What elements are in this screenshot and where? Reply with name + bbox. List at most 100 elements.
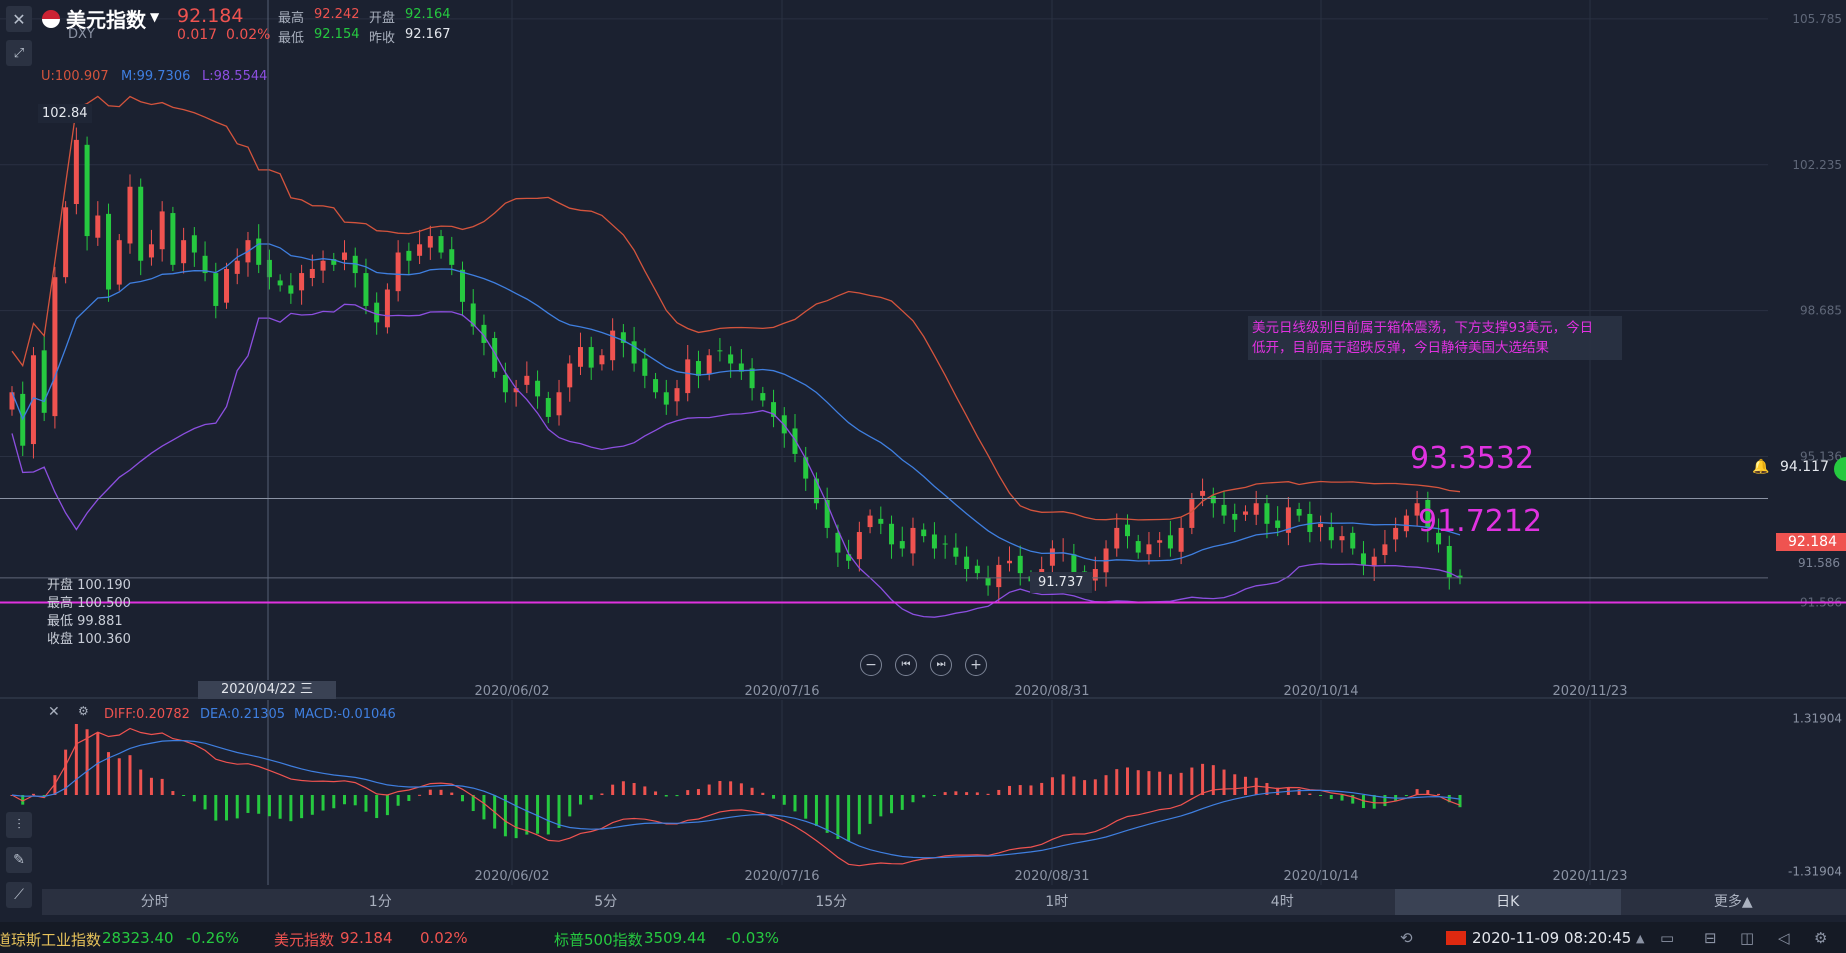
draw-line-icon[interactable]: ⤢ xyxy=(6,40,32,66)
macd-histogram-bar xyxy=(911,795,915,803)
macd-chart[interactable]: 1.31904 -1.31904 2020/06/02 2020/07/16 2020/… xyxy=(0,700,1846,890)
macd-histogram-bar xyxy=(1404,795,1408,796)
tab-timeframe-daily[interactable]: 日K xyxy=(1395,889,1621,915)
macd-histogram-bar xyxy=(546,795,550,835)
macd-histogram-bar xyxy=(836,795,840,839)
candle-body xyxy=(1200,490,1206,496)
macd-histogram-bar xyxy=(975,792,979,795)
macd-histogram-bar xyxy=(600,793,604,795)
candle-body xyxy=(95,215,101,238)
analysis-note-line2: 低开，目前属于超跌反弹，今日静待美国大选结果 xyxy=(1252,340,1549,356)
trend-icon[interactable]: ⟋ xyxy=(6,882,32,908)
analysis-note-line1: 美元日线级别目前属于箱体震荡，下方支撑93美元，今日 xyxy=(1252,320,1594,336)
candle-body xyxy=(1178,527,1184,552)
candle-body xyxy=(1296,509,1302,516)
tab-timeframe-5m[interactable]: 5分 xyxy=(493,889,719,915)
candle-body xyxy=(342,252,348,260)
alert-bell-icon[interactable]: 🔔 xyxy=(1752,459,1769,475)
macd-histogram-bar xyxy=(1115,769,1119,795)
x-tick-label: 2020/07/16 xyxy=(745,869,820,884)
macd-histogram-bar xyxy=(439,789,443,795)
candle-body xyxy=(170,213,176,265)
macd-histogram-bar xyxy=(1125,767,1129,795)
macd-histogram-bar xyxy=(1243,776,1247,795)
zoom-in-button[interactable]: + xyxy=(965,654,987,676)
chevron-down-icon[interactable]: ▼ xyxy=(150,10,159,24)
volume-icon[interactable]: ◁ xyxy=(1778,929,1790,947)
us-flag-icon xyxy=(42,10,60,28)
macd-histogram-bar xyxy=(321,795,325,811)
tab-timeframe-1m[interactable]: 1分 xyxy=(268,889,494,915)
candle-body xyxy=(910,527,916,554)
macd-histogram-bar xyxy=(536,795,540,834)
macd-histogram-bar xyxy=(621,781,625,795)
macd-histogram-bar xyxy=(900,795,904,810)
settings-icon[interactable]: ⚙ xyxy=(1814,929,1827,947)
ticker-name[interactable]: 标普500指数 xyxy=(554,929,643,950)
bollinger-lower-line xyxy=(11,303,1461,618)
macd-histogram-bar xyxy=(589,795,593,800)
macd-histogram-bar xyxy=(793,795,797,812)
candle-body xyxy=(1124,524,1130,537)
macd-histogram-bar xyxy=(1168,774,1172,795)
macd-histogram-bar xyxy=(1040,782,1044,795)
candle-body xyxy=(374,302,380,323)
indicator-icon[interactable]: ⫶ xyxy=(6,812,32,838)
tab-timeframe-15m[interactable]: 15分 xyxy=(719,889,945,915)
candle-body xyxy=(1339,536,1345,541)
prev-close-value: 92.167 xyxy=(405,27,451,42)
high-value: 92.242 xyxy=(314,7,360,22)
scroll-end-button[interactable]: ⏭ xyxy=(930,654,952,676)
macd-histogram-bar xyxy=(890,795,894,814)
screenshot-icon[interactable]: ◫ xyxy=(1740,929,1754,947)
tab-timeframe-1h[interactable]: 1时 xyxy=(944,889,1170,915)
candle-body xyxy=(363,273,369,306)
candle-body xyxy=(406,250,412,261)
candle-body xyxy=(159,211,165,250)
pencil-icon[interactable]: ✎ xyxy=(6,847,32,873)
close-indicator-icon[interactable]: ✕ xyxy=(48,704,60,720)
chevron-up-icon[interactable]: ▲ xyxy=(1636,932,1644,945)
ticker-name[interactable]: 美元指数 xyxy=(274,929,334,950)
ticker-name[interactable]: 道琼斯工业指数 xyxy=(0,929,101,950)
candle-body xyxy=(277,280,283,286)
window-icon[interactable]: ▭ xyxy=(1660,929,1674,947)
tab-timeframe-intraday[interactable]: 分时 xyxy=(42,889,268,915)
layout-icon[interactable]: ⊟ xyxy=(1704,929,1717,947)
macd-histogram-bar xyxy=(225,795,229,821)
macd-histogram-bar xyxy=(943,792,947,795)
close-icon[interactable]: ✕ xyxy=(6,6,32,32)
candle-body xyxy=(899,541,905,549)
ticker-change: -0.03% xyxy=(726,929,780,947)
macd-histogram-bar xyxy=(278,795,282,819)
x-tick-label: 2020/10/14 xyxy=(1284,684,1359,699)
macd-histogram-bar xyxy=(267,795,271,817)
macd-histogram-bar xyxy=(460,795,464,802)
candle-body xyxy=(213,273,219,306)
macd-histogram-bar xyxy=(139,769,143,795)
tab-timeframe-4h[interactable]: 4时 xyxy=(1170,889,1396,915)
x-tick-label: 2020/11/23 xyxy=(1553,869,1628,884)
macd-histogram-bar xyxy=(364,795,368,812)
candle-body xyxy=(695,361,701,376)
candle-body xyxy=(942,543,948,545)
scroll-start-button[interactable]: ⏮ xyxy=(895,654,917,676)
link-icon[interactable]: ⟲ xyxy=(1400,929,1413,947)
candle-body xyxy=(964,556,970,570)
macd-histogram-bar xyxy=(718,781,722,795)
macd-histogram-bar xyxy=(643,786,647,795)
candle-body xyxy=(1092,569,1098,581)
macd-histogram-bar xyxy=(385,795,389,816)
macd-histogram-bar xyxy=(1104,775,1108,795)
settings-icon[interactable]: ⚙ xyxy=(78,704,89,718)
candle-body xyxy=(1232,513,1238,520)
candle-body xyxy=(1135,541,1141,553)
zoom-out-button[interactable]: − xyxy=(860,654,882,676)
candle-body xyxy=(985,578,991,586)
macd-histogram-bar xyxy=(343,795,347,805)
tab-timeframe-more[interactable]: 更多▲ xyxy=(1621,889,1846,915)
macd-histogram-bar xyxy=(729,781,733,795)
candle-body xyxy=(1382,544,1388,556)
macd-histogram-bar xyxy=(1222,769,1226,795)
low-label: 最低 xyxy=(278,31,305,46)
